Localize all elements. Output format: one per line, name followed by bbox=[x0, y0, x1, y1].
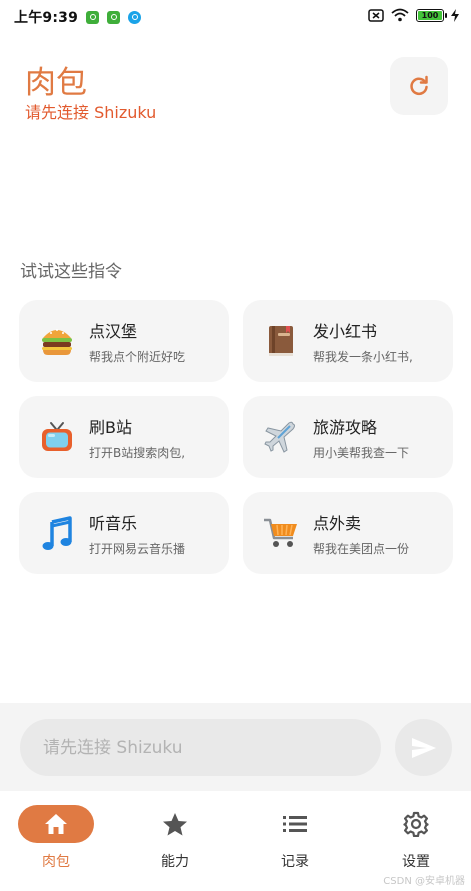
watermark: CSDN @安卓机器 bbox=[383, 876, 465, 887]
wechat-notification-icon bbox=[86, 10, 100, 24]
nav-icon-container bbox=[137, 805, 213, 843]
sim-off-icon bbox=[368, 8, 384, 22]
nav-item-home[interactable]: 肉包 bbox=[0, 805, 115, 871]
suggestion-subtitle: 用小美帮我查一下 bbox=[313, 445, 410, 460]
music-note-icon bbox=[37, 513, 77, 553]
suggestion-subtitle: 打开B站搜索肉包, bbox=[89, 445, 186, 460]
input-bar bbox=[0, 703, 471, 791]
battery-level: 100 bbox=[418, 10, 442, 20]
nav-item-abilities[interactable]: 能力 bbox=[116, 805, 234, 871]
suggestion-title: 点汉堡 bbox=[89, 321, 138, 341]
send-icon bbox=[411, 737, 436, 758]
status-bar: 上午9:39 100 bbox=[0, 0, 471, 34]
suggestion-title: 刷B站 bbox=[89, 417, 132, 437]
nav-label: 记录 bbox=[281, 854, 309, 870]
refresh-button[interactable] bbox=[390, 57, 448, 115]
list-icon bbox=[283, 816, 307, 832]
suggestion-card-xiaohongshu[interactable]: 发小红书 帮我发一条小红书, bbox=[243, 300, 453, 382]
app-title: 肉包 bbox=[25, 65, 87, 101]
suggestion-title: 旅游攻略 bbox=[313, 417, 378, 437]
app-notification-icon bbox=[128, 10, 142, 24]
suggestion-card-takeout[interactable]: 点外卖 帮我在美团点一份 bbox=[243, 492, 453, 574]
hamburger-icon bbox=[37, 321, 77, 361]
suggestion-card-travel[interactable]: 旅游攻略 用小美帮我查一下 bbox=[243, 396, 453, 478]
command-input-container bbox=[20, 719, 381, 776]
charging-icon bbox=[451, 8, 459, 22]
suggestion-subtitle: 打开网易云音乐播 bbox=[89, 541, 186, 556]
connection-status: 请先连接 Shizuku bbox=[25, 103, 157, 122]
wechat-notification-icon-2 bbox=[107, 10, 121, 24]
suggestion-title: 听音乐 bbox=[89, 513, 138, 533]
refresh-icon bbox=[410, 75, 428, 96]
suggestions-title: 试试这些指令 bbox=[20, 262, 122, 282]
nav-item-settings[interactable]: 设置 bbox=[357, 805, 471, 871]
suggestion-subtitle: 帮我点个附近好吃 bbox=[89, 349, 186, 364]
home-icon bbox=[45, 814, 67, 834]
tv-icon bbox=[37, 417, 77, 457]
suggestion-title: 点外卖 bbox=[313, 513, 362, 533]
book-icon bbox=[261, 321, 301, 361]
gear-icon bbox=[403, 811, 429, 837]
nav-icon-container bbox=[18, 805, 94, 843]
nav-label: 设置 bbox=[402, 854, 430, 870]
suggestion-subtitle: 帮我发一条小红书, bbox=[313, 349, 413, 364]
suggestion-card-hamburger[interactable]: 点汉堡 帮我点个附近好吃 bbox=[19, 300, 229, 382]
nav-icon-container bbox=[257, 805, 333, 843]
airplane-icon bbox=[261, 417, 301, 457]
nav-label: 能力 bbox=[161, 854, 189, 870]
suggestion-subtitle: 帮我在美团点一份 bbox=[313, 541, 410, 556]
send-button[interactable] bbox=[395, 719, 452, 776]
shopping-cart-icon bbox=[261, 513, 301, 553]
battery-icon: 100 bbox=[416, 8, 447, 22]
wifi-icon bbox=[391, 8, 409, 22]
suggestion-title: 发小红书 bbox=[313, 321, 378, 341]
nav-item-records[interactable]: 记录 bbox=[236, 805, 354, 871]
status-time: 上午9:39 bbox=[14, 10, 79, 26]
command-input[interactable] bbox=[43, 737, 343, 758]
suggestion-card-music[interactable]: 听音乐 打开网易云音乐播 bbox=[19, 492, 229, 574]
nav-icon-container bbox=[378, 805, 454, 843]
suggestion-card-bilibili[interactable]: 刷B站 打开B站搜索肉包, bbox=[19, 396, 229, 478]
nav-label: 肉包 bbox=[42, 854, 70, 870]
status-icons: 100 bbox=[368, 8, 459, 22]
star-icon bbox=[163, 812, 187, 835]
